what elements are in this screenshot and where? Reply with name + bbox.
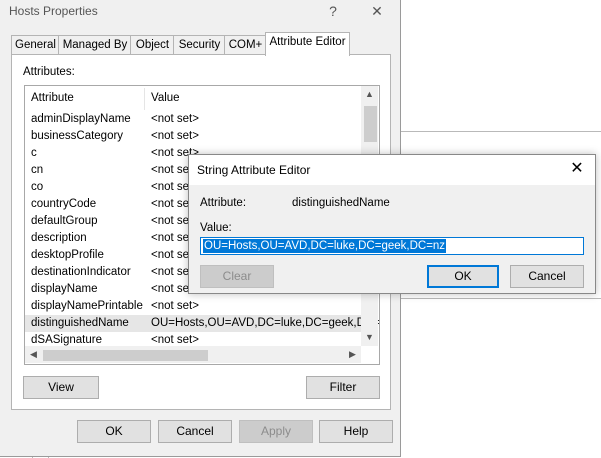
attribute-name: displayName — [31, 283, 98, 295]
attribute-name: cn — [31, 164, 44, 176]
filter-button[interactable]: Filter — [306, 376, 380, 399]
clear-button[interactable]: Clear — [200, 265, 274, 288]
tab-general[interactable]: General — [11, 35, 60, 55]
attribute-name: desktopProfile — [31, 249, 104, 261]
list-item[interactable]: businessCategory <not set> — [25, 128, 361, 145]
attribute-name: defaultGroup — [31, 215, 98, 227]
close-icon[interactable]: ✕ — [362, 0, 392, 22]
tab-object[interactable]: Object — [130, 35, 175, 55]
attribute-name: adminDisplayName — [31, 113, 131, 125]
tab-attribute-editor[interactable]: Attribute Editor — [265, 32, 350, 56]
tab-security[interactable]: Security — [173, 35, 226, 55]
scroll-up-icon[interactable]: ▲ — [361, 89, 378, 99]
background-window-edge — [400, 298, 601, 299]
attribute-value: OU=Hosts,OU=AVD,DC=luke,DC=geek,DC= — [151, 317, 380, 329]
background-window-edge — [400, 131, 601, 132]
scroll-right-icon[interactable]: ▶ — [344, 349, 361, 360]
value-input-text[interactable]: OU=Hosts,OU=AVD,DC=luke,DC=geek,DC=nz — [203, 239, 447, 253]
attribute-name: co — [31, 181, 44, 193]
vertical-scroll-thumb[interactable] — [364, 106, 377, 142]
string-attribute-editor-dialog: String Attribute Editor ✕ Attribute: dis… — [188, 154, 596, 294]
list-item[interactable]: displayNamePrintable <not set> — [25, 298, 361, 315]
view-button[interactable]: View — [23, 376, 99, 399]
apply-button[interactable]: Apply — [239, 420, 313, 443]
ok-button[interactable]: OK — [427, 265, 499, 288]
attribute-label: Attribute: — [200, 197, 247, 209]
tab-managed-by[interactable]: Managed By — [58, 35, 132, 55]
attribute-value: <not set> — [151, 300, 199, 312]
cancel-button[interactable]: Cancel — [510, 265, 584, 288]
attribute-name: destinationIndicator — [31, 266, 131, 278]
dialog-title: Hosts Properties — [9, 4, 98, 18]
attribute-name: businessCategory — [31, 130, 124, 142]
scroll-down-icon[interactable]: ▼ — [361, 332, 378, 342]
scroll-left-icon[interactable]: ◀ — [25, 349, 42, 360]
attribute-name-value: distinguishedName — [292, 197, 390, 209]
list-item[interactable]: adminDisplayName <not set> — [25, 111, 361, 128]
attribute-value: <not set> — [151, 130, 199, 142]
attribute-value: <not set> — [151, 113, 199, 125]
column-header-value[interactable]: Value — [151, 92, 180, 104]
column-header-attribute[interactable]: Attribute — [31, 92, 74, 104]
tab-com-plus[interactable]: COM+ — [224, 35, 267, 55]
help-icon[interactable]: ? — [318, 0, 348, 22]
cancel-button[interactable]: Cancel — [158, 420, 232, 443]
list-item-selected[interactable]: distinguishedName OU=Hosts,OU=AVD,DC=luke… — [25, 315, 379, 332]
value-input[interactable]: OU=Hosts,OU=AVD,DC=luke,DC=geek,DC=nz — [200, 237, 584, 255]
close-icon[interactable]: ✕ — [565, 159, 589, 181]
horizontal-scroll-thumb[interactable] — [43, 350, 208, 361]
column-divider[interactable] — [144, 88, 145, 110]
attribute-name: description — [31, 232, 87, 244]
value-label: Value: — [200, 222, 232, 234]
attribute-name: c — [31, 147, 37, 159]
help-button[interactable]: Help — [319, 420, 393, 443]
ok-button[interactable]: OK — [77, 420, 151, 443]
dialog-title: String Attribute Editor — [197, 163, 311, 177]
attribute-name: displayNamePrintable — [31, 300, 143, 312]
attribute-name: distinguishedName — [31, 317, 129, 329]
attribute-name: countryCode — [31, 198, 97, 210]
attributes-label: Attributes: — [23, 66, 75, 78]
